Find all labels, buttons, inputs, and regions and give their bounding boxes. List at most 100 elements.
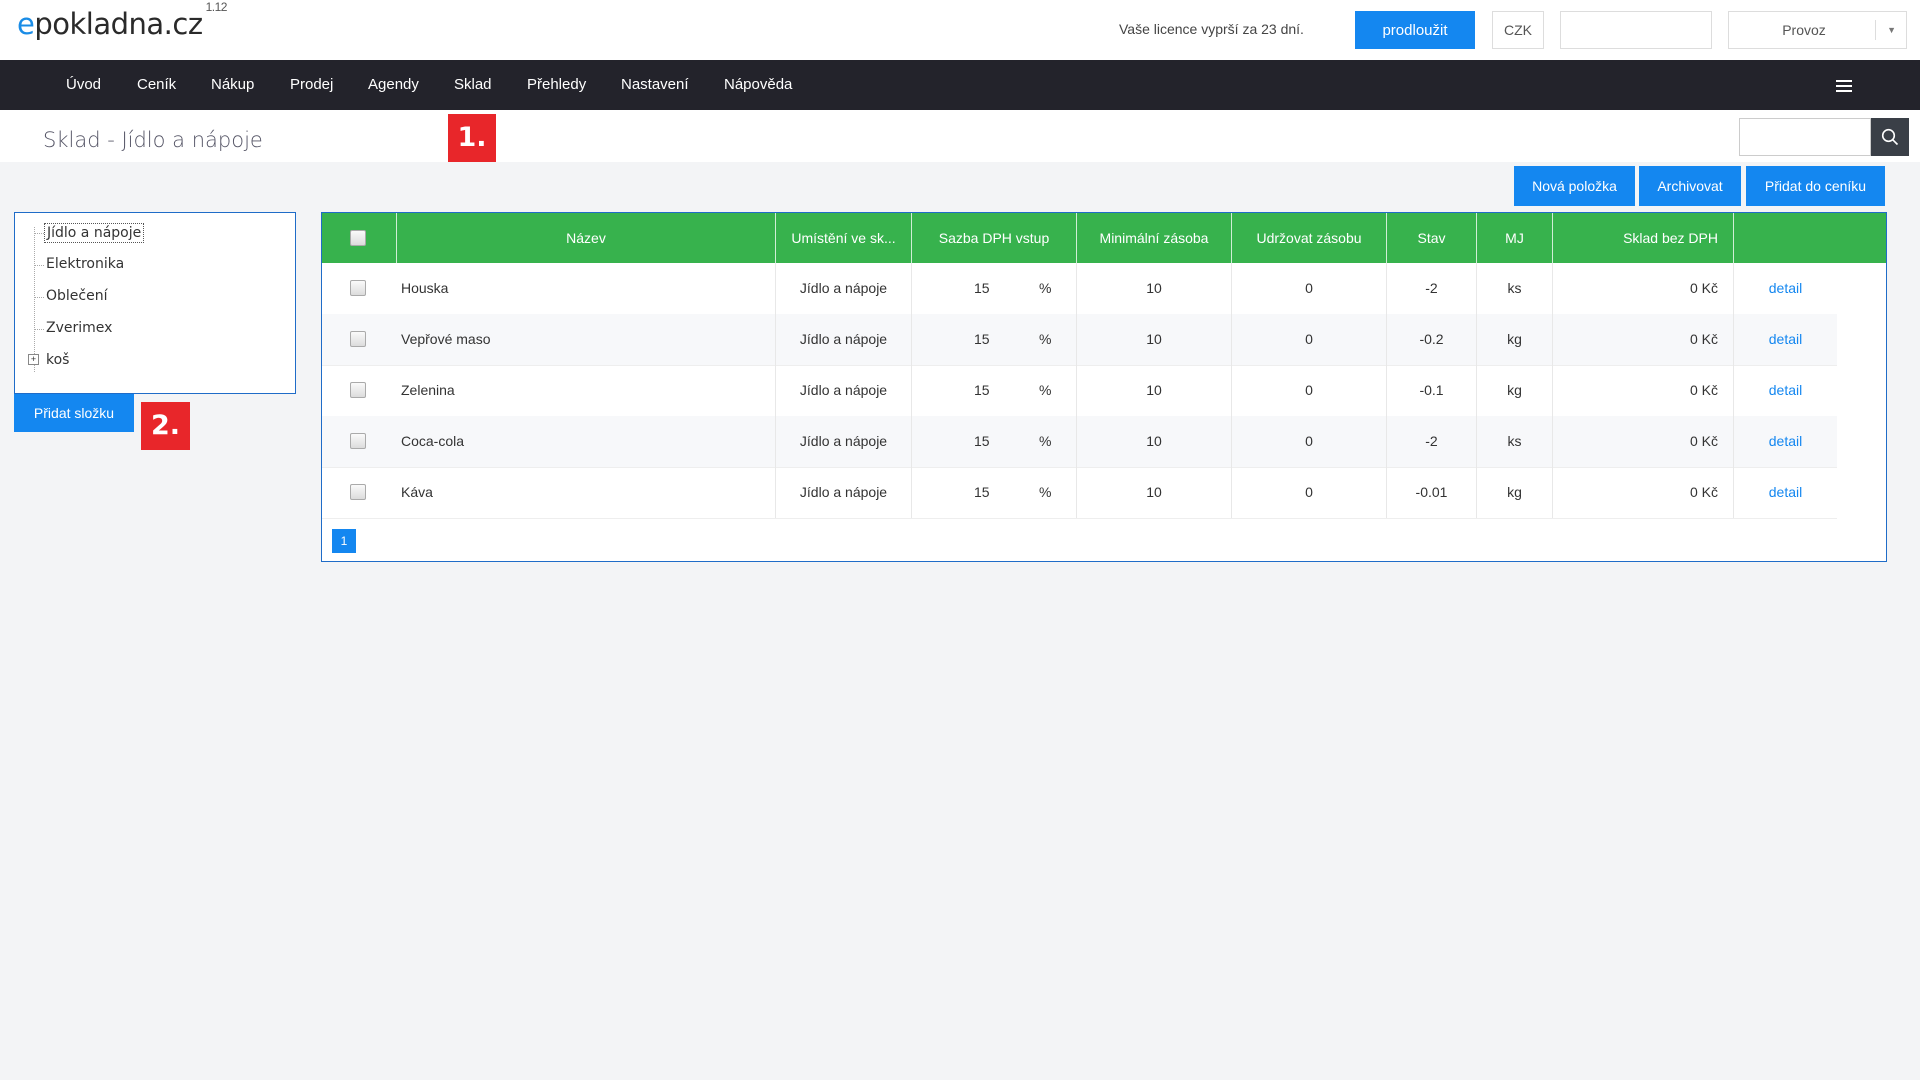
row-checkbox[interactable]: [350, 331, 366, 347]
tree-item-obleceni[interactable]: Oblečení: [46, 288, 107, 304]
cell-vat: 15%: [912, 263, 1077, 314]
logo-prefix: e: [17, 7, 35, 41]
archive-button[interactable]: Archivovat: [1639, 166, 1741, 206]
column-header-stock-value[interactable]: Sklad bez DPH: [1553, 213, 1734, 263]
nav-item-nastaveni[interactable]: Nastavení: [621, 60, 689, 110]
nav-item-prodej[interactable]: Prodej: [290, 60, 333, 110]
mode-select-divider: [1875, 20, 1876, 40]
table-header: Název Umístění ve sk... Sazba DPH vstup …: [322, 213, 1886, 263]
currency-button[interactable]: CZK: [1492, 11, 1544, 49]
nav-item-cenik[interactable]: Ceník: [137, 60, 176, 110]
cell-stock-value: 0 Kč: [1553, 314, 1734, 365]
add-to-pricelist-button[interactable]: Přidat do ceníku: [1746, 166, 1885, 206]
cell-select: [322, 365, 397, 416]
cell-select: [322, 263, 397, 314]
nav-item-agendy[interactable]: Agendy: [368, 60, 419, 110]
tree-branch: [34, 297, 44, 298]
column-header-state[interactable]: Stav: [1387, 213, 1477, 263]
cell-select: [322, 467, 397, 518]
row-checkbox[interactable]: [350, 280, 366, 296]
table-row[interactable]: Vepřové maso Jídlo a nápoje 15% 10 0 -0.2 kg 0 …: [322, 314, 1837, 366]
table-row[interactable]: Káva Jídlo a nápoje 15% 10 0 -0.01 kg 0 Kč detai…: [322, 467, 1837, 519]
nav-item-nakup[interactable]: Nákup: [211, 60, 254, 110]
annotation-marker-2: 2.: [141, 402, 190, 450]
main-nav: Úvod Ceník Nákup Prodej Agendy Sklad Pře…: [0, 60, 1920, 110]
detail-link[interactable]: detail: [1769, 280, 1802, 296]
cell-location: Jídlo a nápoje: [776, 365, 912, 416]
row-checkbox[interactable]: [350, 484, 366, 500]
nav-item-sklad[interactable]: Sklad: [454, 60, 492, 110]
tree-branch: [34, 265, 44, 266]
cell-name: Vepřové maso: [397, 314, 776, 365]
table-row[interactable]: Coca-cola Jídlo a nápoje 15% 10 0 -2 ks 0 Kč det…: [322, 416, 1837, 468]
user-field[interactable]: [1560, 11, 1712, 49]
nav-item-uvod[interactable]: Úvod: [66, 60, 101, 110]
logo[interactable]: epokladna.cz 1.12: [17, 0, 227, 41]
cell-min-stock: 10: [1077, 314, 1232, 365]
table-row[interactable]: Houska Jídlo a nápoje 15% 10 0 -2 ks 0 Kč detail: [322, 263, 1837, 315]
cell-keep-stock: 0: [1232, 416, 1387, 467]
vat-value: 15: [974, 382, 990, 398]
table-row[interactable]: Zelenina Jídlo a nápoje 15% 10 0 -0.1 kg 0 Kč de…: [322, 365, 1837, 417]
cell-vat: 15%: [912, 416, 1077, 467]
select-all-checkbox[interactable]: [350, 230, 366, 246]
cell-location: Jídlo a nápoje: [776, 314, 912, 365]
cell-state: -0.2: [1387, 314, 1477, 365]
vat-unit: %: [1039, 331, 1052, 347]
column-header-actions: [1734, 213, 1886, 263]
vat-value: 15: [974, 280, 990, 296]
add-folder-button[interactable]: Přidat složku: [14, 394, 134, 432]
cell-name: Káva: [397, 467, 776, 518]
vat-value: 15: [974, 484, 990, 500]
cell-vat: 15%: [912, 314, 1077, 365]
cell-actions: detail: [1734, 416, 1837, 467]
vat-unit: %: [1039, 382, 1052, 398]
cell-stock-value: 0 Kč: [1553, 365, 1734, 416]
cell-name: Zelenina: [397, 365, 776, 416]
cell-state: -0.1: [1387, 365, 1477, 416]
detail-link[interactable]: detail: [1769, 331, 1802, 347]
column-header-name[interactable]: Název: [397, 213, 776, 263]
column-header-keep-stock[interactable]: Udržovat zásobu: [1232, 213, 1387, 263]
pagination-page-1[interactable]: 1: [332, 529, 356, 553]
mode-select[interactable]: Provoz ▼: [1728, 11, 1907, 49]
header-select-cell: [322, 213, 397, 263]
detail-link[interactable]: detail: [1769, 433, 1802, 449]
cell-state: -2: [1387, 263, 1477, 314]
cell-keep-stock: 0: [1232, 365, 1387, 416]
cell-stock-value: 0 Kč: [1553, 416, 1734, 467]
cell-min-stock: 10: [1077, 365, 1232, 416]
tree-item-zverimex[interactable]: Zverimex: [46, 320, 112, 336]
title-bar: [0, 110, 1920, 162]
hamburger-menu-icon[interactable]: [1836, 80, 1852, 92]
cell-vat: 15%: [912, 365, 1077, 416]
nav-item-prehledy[interactable]: Přehledy: [527, 60, 586, 110]
detail-link[interactable]: detail: [1769, 484, 1802, 500]
search-input[interactable]: [1739, 118, 1871, 156]
column-header-vat[interactable]: Sazba DPH vstup: [912, 213, 1077, 263]
tree-item-jidlo-a-napoje[interactable]: Jídlo a nápoje: [44, 223, 145, 243]
tree-line: [34, 227, 35, 372]
mode-select-value: Provoz: [1782, 22, 1826, 38]
nav-item-napoveda[interactable]: Nápověda: [724, 60, 792, 110]
column-header-unit[interactable]: MJ: [1477, 213, 1553, 263]
column-header-min-stock[interactable]: Minimální zásoba: [1077, 213, 1232, 263]
cell-name: Houska: [397, 263, 776, 314]
tree-item-kos[interactable]: koš: [46, 352, 69, 368]
column-header-location[interactable]: Umístění ve sk...: [776, 213, 912, 263]
cell-name: Coca-cola: [397, 416, 776, 467]
tree-item-elektronika[interactable]: Elektronika: [46, 256, 124, 272]
cell-unit: ks: [1477, 263, 1553, 314]
search-button[interactable]: [1871, 118, 1909, 156]
detail-link[interactable]: detail: [1769, 382, 1802, 398]
cell-actions: detail: [1734, 365, 1837, 416]
expand-plus-icon[interactable]: +: [28, 354, 39, 365]
extend-license-button[interactable]: prodloužit: [1355, 11, 1475, 49]
cell-stock-value: 0 Kč: [1553, 263, 1734, 314]
cell-actions: detail: [1734, 263, 1837, 314]
row-checkbox[interactable]: [350, 382, 366, 398]
row-checkbox[interactable]: [350, 433, 366, 449]
new-item-button[interactable]: Nová položka: [1514, 166, 1635, 206]
cell-min-stock: 10: [1077, 467, 1232, 518]
cell-keep-stock: 0: [1232, 314, 1387, 365]
